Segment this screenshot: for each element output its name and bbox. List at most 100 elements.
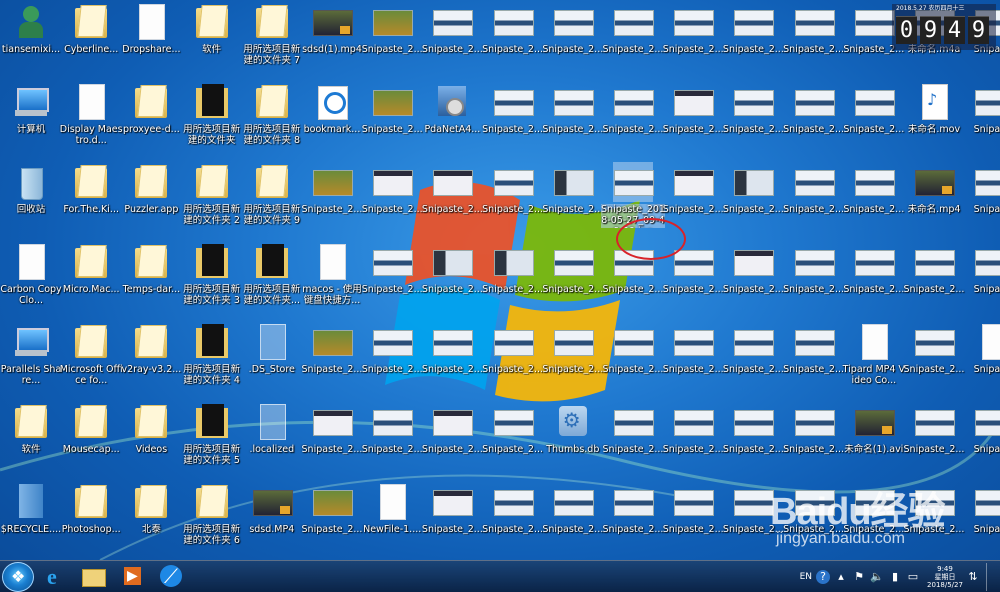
- taskbar-clock[interactable]: 9:49 星期日 2018/5/27: [924, 565, 966, 589]
- desktop-icon[interactable]: proxyee-d...: [120, 80, 182, 154]
- desktop-icon[interactable]: Snipaste_2...: [482, 400, 544, 474]
- desktop-icon[interactable]: Snipaste_2...: [482, 160, 544, 234]
- desktop-icon[interactable]: 用所选项目新建的文件夹 7: [241, 0, 303, 74]
- display-icon[interactable]: ▭: [906, 570, 920, 584]
- desktop-icon[interactable]: 用所选项目新建的文件夹 5: [181, 400, 243, 474]
- desktop-icon[interactable]: Snipaste: [963, 240, 1000, 314]
- desktop-icon[interactable]: Snipaste_2...: [542, 480, 604, 554]
- desktop-icon[interactable]: Photoshop...: [60, 480, 122, 554]
- desktop-icon[interactable]: Snipaste_2...: [662, 0, 724, 74]
- desktop-icon[interactable]: Snipaste_2...: [662, 80, 724, 154]
- desktop-icon[interactable]: tiansemixi...: [0, 0, 62, 74]
- desktop-icon[interactable]: Snipaste: [963, 400, 1000, 474]
- desktop-icon[interactable]: 未命名(1).avi: [843, 400, 905, 474]
- desktop-icon[interactable]: Snipaste_2...: [783, 400, 845, 474]
- desktop-icon[interactable]: Snipaste_2...: [783, 80, 845, 154]
- desktop-icon[interactable]: 用所选项目新建的文件夹 3: [181, 240, 243, 314]
- desktop-icon[interactable]: 用所选项目新建的文件夹 6: [181, 480, 243, 554]
- desktop-icon[interactable]: Mousecap...: [60, 400, 122, 474]
- desktop-icon[interactable]: Snipaste_2...: [421, 240, 483, 314]
- desktop-icon[interactable]: 回收站: [0, 160, 62, 234]
- desktop-icon[interactable]: Snipaste_2...: [783, 240, 845, 314]
- desktop-icon[interactable]: Snipaste_2...: [361, 320, 423, 394]
- expand-tray-icon[interactable]: ▴: [834, 570, 848, 584]
- desktop-icon[interactable]: Snipaste: [963, 320, 1000, 394]
- desktop-icon[interactable]: Snipaste_2...: [542, 80, 604, 154]
- start-button[interactable]: [2, 561, 34, 592]
- desktop-icon[interactable]: Snipaste_2...: [722, 240, 784, 314]
- desktop-icon[interactable]: Tipard MP4 Video Co...: [843, 320, 905, 394]
- desktop-icon[interactable]: .localized: [241, 400, 303, 474]
- desktop-icon[interactable]: Microsoft Office fo...: [60, 320, 123, 394]
- desktop-icon[interactable]: .DS_Store: [241, 320, 303, 394]
- desktop-icon[interactable]: Snipaste_2...: [361, 80, 423, 154]
- desktop-icon[interactable]: Snipaste_2...: [482, 320, 544, 394]
- desktop-icon[interactable]: Snipaste_2...: [783, 160, 845, 234]
- desktop-icon[interactable]: Puzzler.app: [120, 160, 182, 234]
- desktop-icon[interactable]: Cyberline...: [60, 0, 122, 74]
- desktop-icon[interactable]: Carbon Copy Clo...: [0, 240, 62, 314]
- desktop-icon[interactable]: Snipaste_2...: [361, 400, 423, 474]
- desktop-icon[interactable]: 用所选项目新建的文件夹: [181, 80, 243, 154]
- desktop-icon[interactable]: 软件: [0, 400, 62, 474]
- desktop-icon[interactable]: Snipaste_2...: [542, 160, 604, 234]
- desktop-icon[interactable]: Snipaste_2...: [602, 0, 664, 74]
- desktop-icon[interactable]: Snipaste_2...: [361, 0, 423, 74]
- desktop-icon[interactable]: Snipaste_2...: [301, 320, 363, 394]
- desktop-icon[interactable]: Snipaste_2...: [301, 480, 363, 554]
- desktop-icon[interactable]: Temps-dar...: [120, 240, 182, 314]
- file-explorer-icon[interactable]: [76, 563, 110, 591]
- desktop-icon[interactable]: Thumbs.db: [542, 400, 604, 474]
- help-icon[interactable]: ?: [816, 569, 830, 584]
- desktop-icon[interactable]: Snipaste_2...: [482, 80, 544, 154]
- desktop-icon[interactable]: macos - 使用键盘快捷方...: [301, 240, 363, 314]
- desktop-icon[interactable]: Snipaste_2...: [421, 160, 483, 234]
- desktop-icon[interactable]: Snipaste_2...: [361, 240, 423, 314]
- desktop-icon[interactable]: Display Maestro.d...: [60, 80, 123, 154]
- desktop-icon[interactable]: Snipaste_2...: [722, 0, 784, 74]
- desktop-icon[interactable]: Snipaste_2...: [542, 240, 604, 314]
- desktop-icon[interactable]: Snipaste_2...: [421, 400, 483, 474]
- desktop-icon[interactable]: Snipaste_2...: [421, 0, 483, 74]
- desktop-icon[interactable]: Snipaste_2...: [602, 80, 664, 154]
- desktop-icon[interactable]: Snipaste_2...: [722, 320, 784, 394]
- desktop-icon[interactable]: Dropshare...: [120, 0, 182, 74]
- desktop-icon[interactable]: Snipaste_2...: [843, 160, 905, 234]
- show-desktop-button[interactable]: [986, 562, 996, 591]
- desktop-icon[interactable]: 用所选项目新建的文件夹...: [241, 240, 303, 314]
- desktop-icon[interactable]: Snipaste_2...: [722, 160, 784, 234]
- desktop-icon[interactable]: Snipaste_2...: [783, 0, 845, 74]
- desktop-icon[interactable]: Snipaste_2...: [722, 400, 784, 474]
- desktop-icon[interactable]: $RECYCLE....: [0, 480, 62, 554]
- clock-gadget[interactable]: 2018.5.27 农历四月十三 0 9 4 9: [892, 4, 996, 50]
- desktop-icon[interactable]: Snipaste_2...: [361, 160, 423, 234]
- desktop-icon[interactable]: Snipaste_2...: [662, 400, 724, 474]
- desktop-icon[interactable]: Snipaste_2...: [482, 0, 544, 74]
- desktop-icon[interactable]: Snipaste_2...: [662, 320, 724, 394]
- desktop-icon[interactable]: Snipaste_2...: [542, 320, 604, 394]
- desktop-icon[interactable]: Snipaste_2...: [421, 320, 483, 394]
- battery-icon[interactable]: ▮: [888, 570, 902, 584]
- language-indicator[interactable]: EN: [800, 572, 812, 582]
- desktop-icon[interactable]: Snipaste: [963, 80, 1000, 154]
- desktop-icon[interactable]: 北泰: [120, 480, 182, 554]
- desktop-icon[interactable]: v2ray-v3.2...: [120, 320, 182, 394]
- desktop-icon[interactable]: Snipaste_2...: [301, 400, 363, 474]
- media-player-icon[interactable]: [114, 563, 148, 591]
- desktop-icon[interactable]: Videos: [120, 400, 182, 474]
- network-icon[interactable]: ⇅: [966, 570, 980, 584]
- feather-app-icon[interactable]: [152, 563, 186, 591]
- desktop-icon[interactable]: Snipaste_2...: [602, 320, 664, 394]
- desktop-icon[interactable]: Snipaste_2...: [903, 240, 965, 314]
- speaker-icon[interactable]: 🔈: [870, 570, 884, 584]
- desktop-icon[interactable]: Snipaste_2...: [421, 480, 483, 554]
- desktop-icon[interactable]: Snipaste_2...: [843, 240, 905, 314]
- desktop-icon[interactable]: Snipaste_2...: [482, 480, 544, 554]
- desktop-icon[interactable]: Snipaste_2...: [602, 400, 664, 474]
- desktop-icon[interactable]: Snipaste_2...: [843, 80, 905, 154]
- desktop-icon[interactable]: Parallels Share...: [0, 320, 62, 394]
- desktop-icon[interactable]: For.The.Ki...: [60, 160, 122, 234]
- flag-icon[interactable]: ⚑: [852, 570, 866, 584]
- desktop-icon[interactable]: 未命名.mp4: [903, 160, 965, 234]
- desktop-icon[interactable]: 用所选项目新建的文件夹 4: [181, 320, 243, 394]
